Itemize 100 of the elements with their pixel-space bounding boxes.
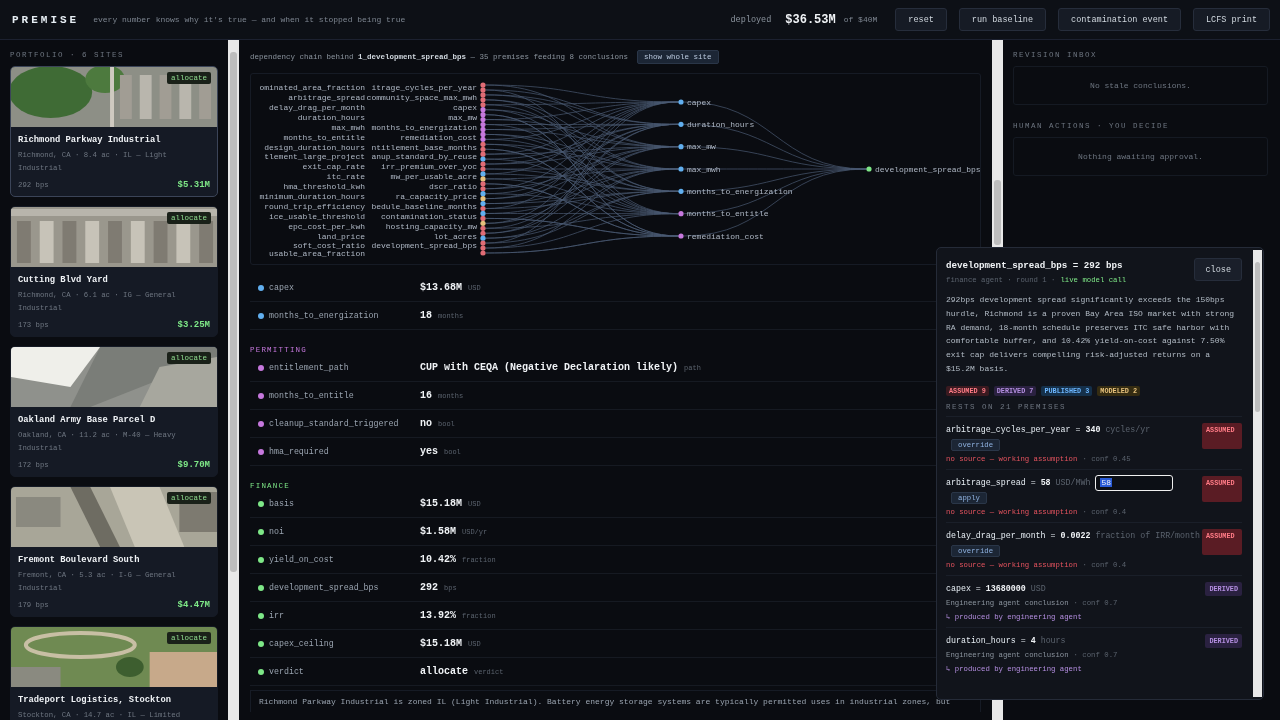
node-dot[interactable]: [480, 146, 486, 152]
node-label: arbitrage_spread: [288, 93, 365, 103]
popover-title: development_spread_bps = 292 bps: [946, 260, 1124, 271]
node-dot[interactable]: [480, 235, 486, 241]
node-label: max_mw: [687, 142, 716, 152]
node-dot[interactable]: [480, 186, 486, 192]
toolbar-button[interactable]: reset: [895, 8, 947, 31]
field-value: 292: [420, 582, 438, 593]
premise-unit: USD: [1030, 584, 1046, 594]
deployed-total: of $40M: [843, 15, 878, 24]
node-dot[interactable]: [480, 121, 486, 128]
field-name: capex_ceiling: [269, 639, 335, 648]
empty-message: Nothing awaiting approval.: [1078, 152, 1203, 161]
field-name: irr: [269, 611, 285, 620]
premise-value: 58: [1040, 478, 1051, 488]
toolbar-button[interactable]: LCFS print: [1193, 8, 1270, 31]
node-dot[interactable]: [480, 166, 486, 172]
node-dot[interactable]: [480, 240, 486, 246]
node-label: months_to_energization: [687, 187, 793, 197]
node-label: max_mw: [448, 112, 477, 122]
premise-value: 4: [1030, 636, 1036, 646]
node-dot[interactable]: [480, 161, 486, 167]
premise-unit: hours: [1040, 636, 1066, 646]
node-label: delay_drag_per_month: [269, 103, 365, 113]
node-label: ice_usable_threshold: [269, 211, 365, 221]
node-dot[interactable]: [678, 99, 684, 105]
field-value: 10.42%: [420, 554, 456, 565]
node-label: itrage_cycles_per_year: [371, 83, 477, 93]
node-dot[interactable]: [480, 215, 486, 221]
node-label: ntitlement_base_months: [371, 142, 477, 152]
node-dot[interactable]: [678, 121, 684, 127]
toolbar-button[interactable]: run baseline: [958, 8, 1047, 31]
node-label: dscr_ratio: [429, 182, 477, 192]
field-name: capex: [269, 283, 295, 292]
brand-logo: PREMISE: [12, 13, 80, 26]
premise-name: delay_drag_per_month =: [946, 531, 1056, 541]
node-dot[interactable]: [678, 188, 684, 194]
toolbar-button[interactable]: contamination event: [1058, 8, 1181, 31]
node-dot[interactable]: [480, 171, 486, 177]
node-dot[interactable]: [480, 136, 486, 142]
node-label: mw_per_usable_acre: [390, 172, 477, 182]
scrollbar[interactable]: [1253, 250, 1262, 697]
node-dot[interactable]: [480, 92, 486, 98]
node-dot[interactable]: [480, 87, 486, 93]
field-name: noi: [269, 527, 285, 536]
node-dot[interactable]: [678, 211, 684, 217]
node-dot[interactable]: [866, 166, 872, 172]
field-name: yield_on_cost: [269, 555, 335, 564]
node-label: capex: [453, 103, 477, 113]
close-button[interactable]: close: [1194, 258, 1242, 281]
node-dot[interactable]: [480, 151, 486, 157]
node-label: design_duration_hours: [264, 142, 365, 152]
node-label: duration_hours: [297, 112, 365, 122]
node-dot[interactable]: [480, 126, 486, 133]
node-dot[interactable]: [480, 220, 486, 226]
rationale-text: 292bps development spread significantly exceeds the 150bps hurdle, Richmond is a proven Bay Area ISO market with strong RA demand, 18-month schedule preserves ITC safe harbor with comfortable buffer, and 10.42% yield-on-cost against 7.50% exit cap delivers compelling risk-adjusted returns on a $15.2M basis.: [946, 294, 1236, 375]
field-value: allocate: [420, 666, 468, 677]
node-label: anup_standard_by_reuse: [371, 152, 477, 162]
node-label: tlement_large_project: [264, 152, 365, 162]
node-dot[interactable]: [480, 210, 486, 217]
deployed-amount: $36.53M: [785, 12, 836, 27]
node-label: duration_hours: [687, 120, 755, 130]
node-label: contamination_status: [381, 211, 477, 221]
node-dot[interactable]: [480, 181, 486, 187]
node-dot[interactable]: [480, 176, 486, 182]
node-dot[interactable]: [480, 196, 486, 202]
scroll-thumb[interactable]: [230, 52, 237, 572]
node-dot[interactable]: [480, 102, 486, 108]
node-dot[interactable]: [480, 156, 486, 162]
node-label: soft_cost_ratio: [293, 241, 365, 251]
scrollbar[interactable]: [228, 40, 239, 720]
site-amount: $4.47M: [177, 600, 210, 610]
node-dot[interactable]: [678, 166, 684, 172]
field-value: $13.68M: [420, 282, 462, 293]
node-dot[interactable]: [480, 250, 486, 256]
node-dot[interactable]: [480, 117, 486, 123]
node-label: development_spread_bps: [875, 164, 980, 174]
node-label: max_mwh: [331, 122, 365, 132]
node-dot[interactable]: [480, 201, 486, 207]
scroll-thumb[interactable]: [1255, 262, 1260, 412]
node-dot[interactable]: [480, 141, 486, 147]
node-dot[interactable]: [480, 112, 486, 118]
node-dot[interactable]: [480, 191, 486, 197]
node-dot[interactable]: [480, 230, 486, 236]
node-label: remediation_cost: [687, 231, 764, 241]
node-dot[interactable]: [480, 97, 486, 103]
node-dot[interactable]: [480, 205, 486, 212]
node-dot[interactable]: [480, 131, 486, 137]
node-label: round_trip_efficiency: [264, 201, 365, 211]
node-dot[interactable]: [480, 245, 486, 251]
field-name: verdict: [269, 667, 305, 676]
node-dot[interactable]: [678, 144, 684, 150]
field-name: cleanup_standard_triggered: [269, 419, 400, 428]
node-dot[interactable]: [480, 82, 486, 88]
input-field[interactable]: 58: [1095, 474, 1174, 491]
scroll-thumb[interactable]: [994, 180, 1001, 245]
node-dot[interactable]: [480, 225, 486, 231]
node-dot[interactable]: [480, 107, 486, 113]
node-label: hosting_capacity_mw: [385, 221, 477, 231]
node-dot[interactable]: [678, 233, 684, 239]
